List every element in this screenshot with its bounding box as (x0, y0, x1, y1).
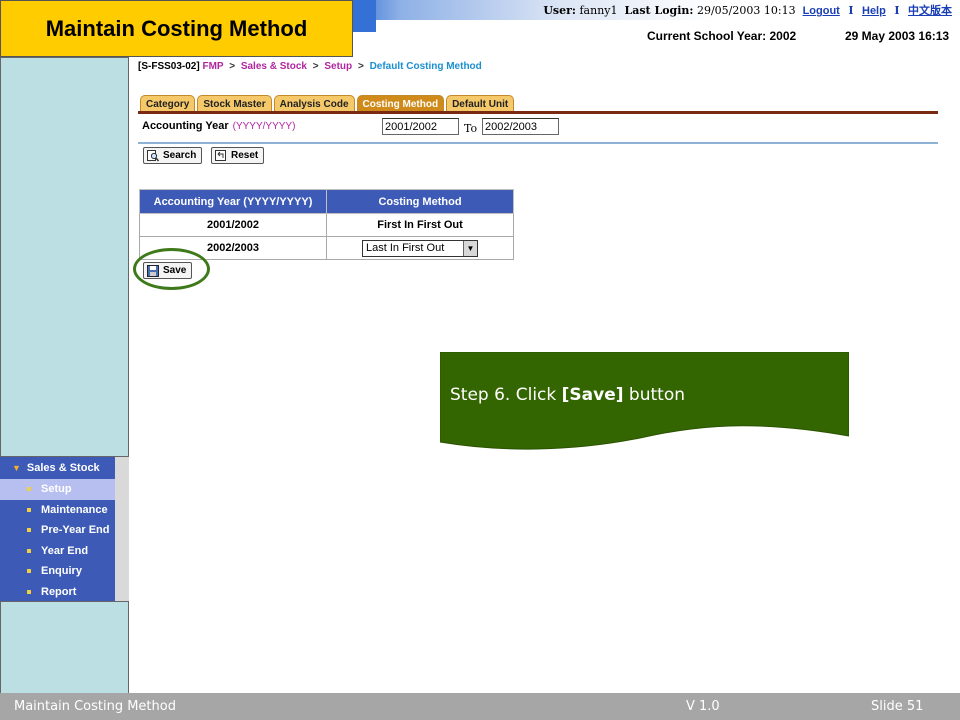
footer-slide-number: Slide 51 (871, 699, 924, 714)
breadcrumb-sales-stock[interactable]: Sales & Stock (241, 61, 307, 72)
column-header-year: Accounting Year (YYYY/YYYY) (139, 189, 327, 214)
sidebar-item-label: Year End (41, 544, 89, 557)
sidebar-item-label: Maintenance (41, 503, 108, 516)
filter-format: (YYYY/YYYY) (232, 121, 296, 132)
tab-underline (138, 111, 938, 114)
footer-version: V 1.0 (686, 699, 720, 714)
tab-default-unit[interactable]: Default Unit (446, 95, 515, 112)
breadcrumb-current: Default Costing Method (369, 61, 482, 72)
search-button[interactable]: Search (143, 147, 203, 164)
user-label: User: (543, 4, 576, 17)
sidebar-item-maintenance[interactable]: Maintenance (0, 499, 115, 520)
sidebar-item-label: Pre-Year End (41, 524, 110, 537)
bullet-icon (27, 487, 31, 492)
bullet-icon (27, 507, 31, 512)
to-label: To (464, 122, 478, 135)
reset-button[interactable]: Reset (211, 147, 265, 164)
breadcrumb-setup[interactable]: Setup (324, 61, 352, 72)
sidebar-item-year-end[interactable]: Year End (0, 540, 115, 561)
reset-button-label: Reset (231, 150, 259, 161)
callout-prefix: Step 6. Click (450, 385, 562, 405)
tab-costing-method[interactable]: Costing Method (356, 95, 445, 112)
user-name: fanny1 (579, 4, 618, 17)
tab-bar: Category Stock Master Analysis Code Cost… (140, 95, 516, 112)
tab-analysis-code[interactable]: Analysis Code (273, 95, 355, 112)
sidebar-item-report[interactable]: Report (0, 581, 115, 602)
bullet-icon (27, 548, 31, 553)
current-datetime: 29 May 2003 16:13 (845, 29, 950, 43)
cell-method: First In First Out (326, 213, 514, 237)
sidebar-item-label: Report (41, 585, 77, 598)
user-bar: User: fanny1 Last Login: 29/05/2003 10:1… (543, 2, 952, 18)
filter-row: Accounting Year(YYYY/YYYY) To (142, 118, 938, 142)
breadcrumb: [S-FSS03-02] FMP > Sales & Stock > Setup… (138, 61, 482, 72)
sidebar-item-pre-year-end[interactable]: Pre-Year End (0, 520, 115, 541)
sidebar-menu: ▼ Sales & Stock Setup Maintenance Pre-Ye… (0, 457, 129, 602)
search-icon (147, 149, 160, 162)
footer-title: Maintain Costing Method (14, 699, 176, 714)
costing-method-select[interactable]: Last In First Out ▼ (362, 239, 478, 257)
school-year: Current School Year: 2002 (647, 29, 797, 43)
select-value: Last In First Out (366, 242, 445, 254)
chinese-version-link[interactable]: 中文版本 (908, 5, 952, 17)
cell-method-select-cell: Last In First Out ▼ (326, 236, 514, 260)
help-link[interactable]: Help (862, 5, 886, 17)
accounting-year-label: Accounting Year (YYYY/YYYY) (142, 120, 295, 132)
logout-link[interactable]: Logout (803, 5, 840, 17)
sidebar-item-setup[interactable]: Setup (0, 479, 115, 500)
breadcrumb-fmp[interactable]: FMP (202, 61, 223, 72)
callout-text: Step 6. Click [Save] button (450, 385, 685, 405)
highlight-ring (133, 248, 210, 290)
filter-divider (138, 142, 938, 144)
breadcrumb-separator: > (229, 61, 236, 72)
slide-footer: Maintain Costing Method V 1.0 Slide 51 (0, 693, 960, 720)
menu-heading-sales-stock[interactable]: ▼ Sales & Stock (0, 457, 115, 479)
chevron-down-icon[interactable]: ▼ (463, 240, 477, 256)
search-button-label: Search (163, 150, 197, 161)
year-to-input[interactable] (482, 118, 559, 135)
callout-suffix: button (623, 385, 686, 405)
table-header-row: Accounting Year (YYYY/YYYY) Costing Meth… (139, 189, 514, 214)
school-bar: Current School Year: 2002 29 May 2003 16… (647, 29, 949, 43)
tab-stock-master[interactable]: Stock Master (197, 95, 272, 112)
separator: I (848, 4, 854, 17)
last-login-label: Last Login: (624, 4, 694, 17)
sidebar-top-panel (0, 57, 129, 457)
last-login-value: 29/05/2003 10:13 (696, 4, 796, 17)
filter-label-text: Accounting Year (142, 120, 229, 132)
sidebar-item-enquiry[interactable]: Enquiry (0, 561, 115, 582)
screen-code: [S-FSS03-02] (138, 61, 200, 72)
bullet-icon (27, 528, 31, 533)
sidebar-item-label: Setup (41, 483, 72, 496)
menu-heading-label: Sales & Stock (26, 462, 100, 474)
separator: I (894, 4, 900, 17)
costing-method-table: Accounting Year (YYYY/YYYY) Costing Meth… (139, 189, 514, 260)
cell-year: 2001/2002 (139, 213, 327, 237)
table-row: 2001/2002 First In First Out (139, 213, 514, 237)
sidebar-bottom-panel (0, 601, 129, 696)
callout-bold: [Save] (561, 385, 624, 405)
column-header-method: Costing Method (326, 189, 514, 214)
reset-icon (215, 149, 227, 162)
tab-category[interactable]: Category (140, 95, 196, 112)
year-from-input[interactable] (382, 118, 459, 135)
page-title: Maintain Costing Method (0, 0, 353, 57)
bullet-icon (27, 569, 31, 574)
breadcrumb-separator: > (357, 61, 364, 72)
chevron-down-icon: ▼ (12, 463, 21, 473)
bullet-icon (27, 589, 31, 594)
banner-block (352, 0, 376, 32)
instruction-callout: Step 6. Click [Save] button (440, 352, 849, 451)
breadcrumb-separator: > (312, 61, 319, 72)
sidebar-item-label: Enquiry (41, 565, 82, 578)
